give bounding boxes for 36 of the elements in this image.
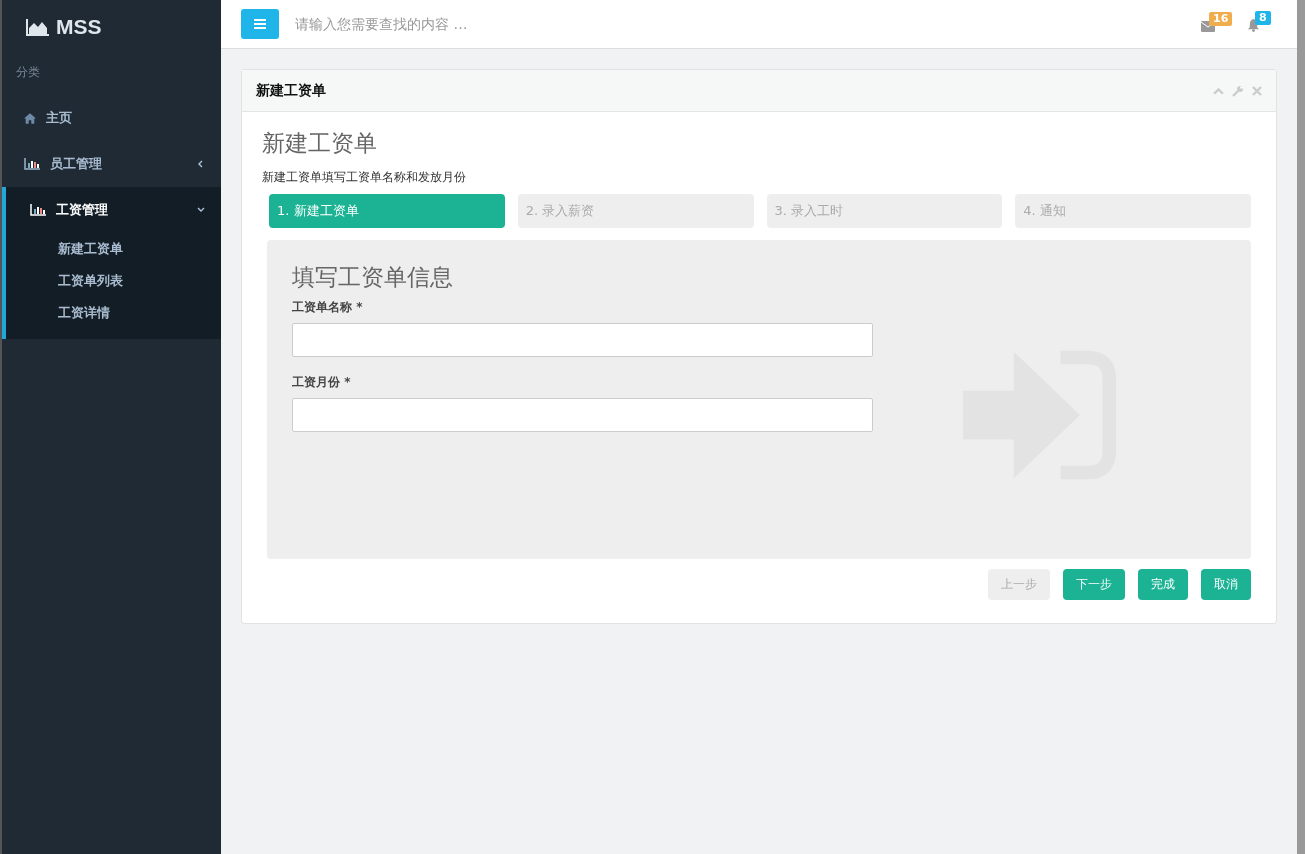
wizard-button[interactable]: 取消 [1201, 569, 1251, 600]
menu-button[interactable] [241, 9, 279, 39]
mail-count-badge: 16 [1209, 11, 1233, 26]
home-icon [24, 112, 36, 124]
collapse-icon[interactable] [1213, 86, 1224, 95]
wizard-button[interactable]: 下一步 [1063, 569, 1125, 600]
wizard-step-tab[interactable]: 3. 录入工时 [766, 194, 1003, 228]
menu-icon [254, 19, 266, 29]
search-field[interactable]: 请输入您需要查找的内容 … [295, 9, 1185, 39]
sidebar-section-label: 分类 [15, 64, 41, 81]
notification-count-badge: 8 [1255, 11, 1271, 25]
wizard-step-tab[interactable]: 4. 通知 [1015, 194, 1251, 228]
field-label: 工资月份 * [292, 374, 352, 391]
panel-title: 新建工资单 [256, 81, 327, 100]
wizard-button[interactable]: 完成 [1138, 569, 1188, 600]
sidebar-item[interactable]: 员工管理 [2, 141, 221, 187]
brand-name: MSS [56, 15, 102, 39]
input-field[interactable] [292, 398, 873, 432]
page-description: 新建工资单填写工资单名称和发放月份 [262, 169, 467, 186]
bar-chart-icon [30, 204, 46, 216]
field-label: 工资单名称 * [292, 299, 364, 316]
sidebar-item[interactable]: 主页 [2, 95, 221, 141]
scrollbar[interactable] [1297, 0, 1305, 854]
input-field[interactable] [292, 323, 873, 357]
sidebar-subitem[interactable]: 工资详情 [6, 297, 221, 329]
page-heading: 新建工资单 [262, 129, 378, 158]
sidebar-subitem[interactable]: 新建工资单 [6, 233, 221, 265]
sidebar-subitem[interactable]: 工资单列表 [6, 265, 221, 297]
wrench-icon[interactable] [1232, 84, 1244, 97]
form-title: 填写工资单信息 [292, 263, 454, 292]
close-icon[interactable] [1252, 85, 1262, 96]
wizard-step-tab[interactable]: 2. 录入薪资 [517, 194, 754, 228]
sidebar-item[interactable]: 工资管理 [6, 187, 221, 233]
wizard-step-tab[interactable]: 1. 新建工资单 [269, 194, 505, 228]
area-chart-icon [26, 18, 50, 36]
bar-chart-icon [24, 158, 40, 170]
